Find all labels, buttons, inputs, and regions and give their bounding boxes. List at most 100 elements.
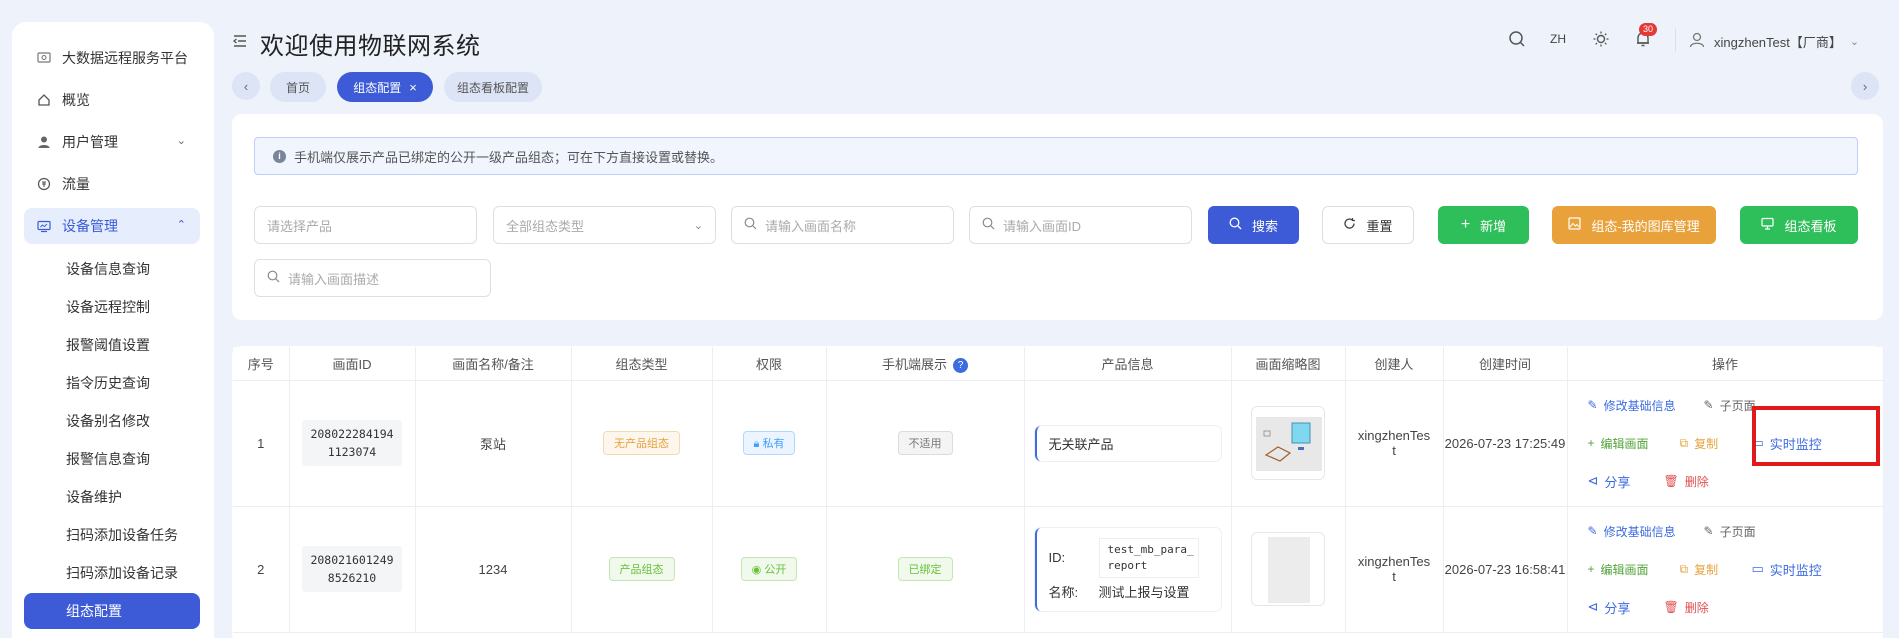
screen-id-input[interactable]: 请输入画面ID — [969, 206, 1192, 244]
product-id: test_mb_para_ report — [1098, 537, 1199, 578]
chevron-right-icon: › — [1862, 78, 1868, 94]
sidebar-sub-alarm-query[interactable]: 报警信息查询 — [66, 449, 150, 469]
permission-tag: ◉ 公开 — [740, 557, 798, 581]
edit-icon: ✎ — [1587, 398, 1598, 412]
screen-name-placeholder: 请输入画面名称 — [765, 218, 857, 234]
sidebar-sub-command-history[interactable]: 指令历史查询 — [66, 373, 150, 393]
sidebar-item-label: 概览 — [62, 92, 90, 108]
col-header: 权限 — [712, 347, 827, 381]
subpage-button[interactable]: ✎ 子页面 — [1704, 523, 1756, 540]
col-header: 操作 — [1567, 347, 1884, 381]
tab-board-config[interactable]: 组态看板配置 — [444, 72, 542, 102]
config-type-cell: 产品组态 — [571, 506, 713, 633]
edit-screen-button[interactable]: + 编辑画面 — [1588, 435, 1680, 452]
share-button[interactable]: ⊲ 分享 — [1588, 598, 1664, 617]
subpage-button[interactable]: ✎ 子页面 — [1704, 397, 1756, 414]
reset-button[interactable]: 重置 — [1322, 206, 1414, 244]
sidebar-sub-maintenance[interactable]: 设备维护 — [66, 487, 122, 507]
language-toggle[interactable]: ZH — [1550, 32, 1566, 46]
close-icon[interactable]: × — [409, 80, 417, 95]
product-cell: 无关联产品 — [1024, 380, 1232, 507]
op-label: 编辑画面 — [1600, 436, 1649, 451]
op-label: 删除 — [1684, 600, 1709, 615]
tab-config[interactable]: 组态配置 × — [337, 72, 433, 102]
actions-cell: ✎ 修改基础信息 ✎ 子页面 + 编辑画面 ⧉ 复制 ▭ 实时监控 ⊲ 分享 🗑︎ 删除 — [1567, 506, 1884, 633]
tab-scroll-right-button[interactable]: › — [1851, 72, 1879, 100]
sidebar-sub-scan-record[interactable]: 扫码添加设备记录 — [66, 563, 178, 583]
sidebar-sub-config-selected[interactable]: 组态配置 — [24, 593, 200, 629]
add-button[interactable]: + 新增 — [1438, 206, 1529, 244]
thumbnail-image — [1268, 537, 1310, 603]
search-button[interactable]: 搜索 — [1208, 206, 1299, 244]
dashboard-button[interactable]: 组态看板 — [1740, 206, 1858, 244]
sidebar-item-device-mgmt[interactable]: 设备管理 ⌃ — [24, 208, 200, 244]
edit-info-button[interactable]: ✎ 修改基础信息 — [1588, 397, 1704, 414]
sidebar-item-label: 设备管理 — [62, 218, 118, 234]
op-label: 修改基础信息 — [1603, 524, 1676, 539]
menu-collapse-icon[interactable] — [232, 33, 248, 52]
tab-label: 组态看板配置 — [456, 80, 529, 95]
permission-cell: 🔒︎ 私有 — [712, 380, 827, 507]
creator-line: t — [1392, 569, 1396, 584]
sidebar-sub-alarm-threshold[interactable]: 报警阈值设置 — [66, 335, 150, 355]
tab-scroll-left-button[interactable]: ‹ — [232, 72, 260, 100]
user-menu[interactable]: xingzhenTest【厂商】 ⌄ — [1688, 26, 1884, 56]
config-type-tag: 产品组态 — [608, 557, 675, 581]
op-label: 复制 — [1694, 562, 1719, 577]
edit-info-button[interactable]: ✎ 修改基础信息 — [1588, 523, 1704, 540]
permission-label: 公开 — [764, 564, 787, 576]
config-type-select[interactable]: 全部组态类型 ⌄ — [493, 206, 716, 244]
mobile-tag: 已绑定 — [897, 557, 953, 581]
delete-button[interactable]: 🗑︎ 删除 — [1664, 473, 1709, 490]
gallery-manage-button[interactable]: 组态-我的图库管理 — [1552, 206, 1716, 244]
sidebar-sub-device-query[interactable]: 设备信息查询 — [66, 259, 150, 279]
copy-button[interactable]: ⧉ 复制 — [1680, 435, 1752, 452]
op-label: 分享 — [1604, 600, 1631, 616]
sidebar-item-traffic[interactable]: 流量 — [24, 166, 200, 202]
avatar — [1688, 31, 1706, 52]
sidebar-sub-scan-task[interactable]: 扫码添加设备任务 — [66, 525, 178, 545]
screen-desc-placeholder: 请输入画面描述 — [288, 271, 380, 287]
refresh-icon — [1343, 217, 1356, 233]
screen-id-line: 208021601249 — [310, 553, 394, 567]
info-icon: i — [273, 149, 286, 163]
realtime-monitor-button[interactable]: ▭ 实时监控 — [1752, 560, 1822, 579]
col-header: 创建时间 — [1443, 347, 1568, 381]
highlight-box — [1752, 406, 1880, 466]
product-select[interactable]: 请选择产品 — [254, 206, 477, 244]
row-index: 1 — [233, 380, 290, 507]
sidebar-item-users[interactable]: 用户管理 ⌄ — [24, 124, 200, 160]
edit-screen-button[interactable]: + 编辑画面 — [1588, 561, 1680, 578]
op-label: 修改基础信息 — [1603, 398, 1676, 413]
screen-id: 208021601249 8526210 — [302, 546, 402, 592]
help-icon[interactable]: ? — [953, 357, 968, 373]
sidebar-sub-remote-control[interactable]: 设备远程控制 — [66, 297, 150, 317]
product-info: ID: test_mb_para_ report 名称: 测试上报与设置 — [1034, 527, 1221, 611]
product-id-line: test_mb_para_ — [1107, 542, 1194, 556]
table-row: 1 208022284194 1123074 泵站 无产品组态 🔒︎ 私有 不适用… — [233, 380, 1884, 507]
op-label: 子页面 — [1719, 524, 1756, 539]
screen-desc-input[interactable]: 请输入画面描述 — [254, 259, 491, 297]
sun-icon[interactable] — [1592, 30, 1610, 48]
mobile-cell: 已绑定 — [826, 506, 1025, 633]
config-type-placeholder: 全部组态类型 — [506, 218, 585, 234]
sidebar-item-platform[interactable]: 大数据远程服务平台 — [24, 40, 200, 76]
tab-home[interactable]: 首页 — [270, 72, 326, 102]
thumbnail[interactable] — [1251, 532, 1325, 606]
thumbnail[interactable] — [1251, 406, 1325, 480]
sidebar-sub-alias-edit[interactable]: 设备别名修改 — [66, 411, 150, 431]
creator-line: t — [1392, 443, 1396, 458]
header-divider — [1675, 28, 1676, 52]
permission-cell: ◉ 公开 — [712, 506, 827, 633]
row-index: 2 — [233, 506, 290, 633]
sidebar-item-overview[interactable]: 概览 — [24, 82, 200, 118]
mobile-cell: 不适用 — [826, 380, 1025, 507]
sidebar: 大数据远程服务平台 概览 用户管理 ⌄ 流量 设备管理 ⌃ 设备信息查询 设备远… — [0, 0, 216, 638]
screen-id-line: 8526210 — [327, 571, 377, 585]
delete-button[interactable]: 🗑︎ 删除 — [1664, 599, 1709, 616]
created-time: 2026-07-23 17:25:49 — [1443, 380, 1568, 507]
search-icon[interactable] — [1508, 30, 1526, 48]
screen-name-input[interactable]: 请输入画面名称 — [731, 206, 954, 244]
share-button[interactable]: ⊲ 分享 — [1588, 472, 1664, 491]
copy-button[interactable]: ⧉ 复制 — [1680, 561, 1752, 578]
